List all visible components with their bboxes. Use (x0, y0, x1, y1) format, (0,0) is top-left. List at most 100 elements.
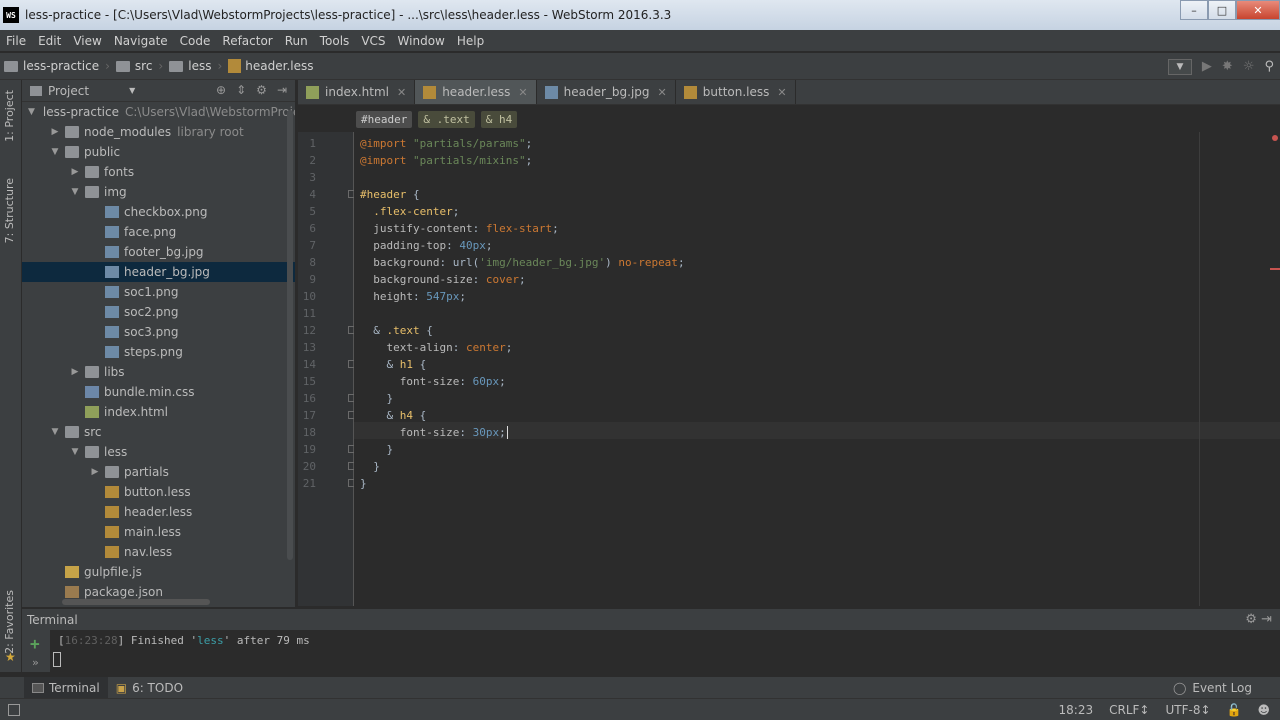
tree-item[interactable]: ▼ less (22, 442, 295, 462)
close-icon[interactable]: ✕ (518, 86, 527, 99)
tree-item[interactable]: ▶ partials (22, 462, 295, 482)
tree-item[interactable]: face.png (22, 222, 295, 242)
breadcrumb-project[interactable]: less-practice (0, 59, 103, 73)
caret-position[interactable]: 18:23 (1059, 703, 1094, 717)
run-config-dropdown[interactable]: ▼ (1167, 58, 1192, 75)
line-number-gutter[interactable]: 1 2 3 4 5 6 7 8 9 10 11 12 13 14 15 16 17 18 19 20 21 (298, 132, 356, 606)
project-view-selector[interactable]: Project (48, 84, 89, 98)
tree-horizontal-scrollbar[interactable] (62, 599, 210, 605)
gear-icon[interactable]: ⚙ (1245, 612, 1257, 627)
chevron-down-icon[interactable]: ▼ (68, 187, 82, 197)
tree-item[interactable]: nav.less (22, 542, 295, 562)
terminal-body[interactable]: + » [16:23:28] Finished 'less' after 79 … (22, 630, 1280, 672)
project-tool-tab[interactable]: 1: Project (3, 90, 16, 142)
chevron-down-icon[interactable]: ▼ (48, 147, 62, 157)
tree-vertical-scrollbar[interactable] (287, 110, 293, 560)
tree-item[interactable]: ▶ libs (22, 362, 295, 382)
tree-item[interactable]: soc2.png (22, 302, 295, 322)
hide-panel-icon[interactable]: ⇥ (1261, 612, 1272, 627)
tree-item[interactable]: header.less (22, 502, 295, 522)
run-icon[interactable]: ▶ (1202, 59, 1212, 74)
menu-edit[interactable]: Edit (32, 34, 67, 48)
editor-tab[interactable]: index.html ✕ (298, 80, 416, 104)
tree-item[interactable]: checkbox.png (22, 202, 295, 222)
tree-item[interactable]: footer_bg.jpg (22, 242, 295, 262)
code-editor[interactable]: @import "partials/params"; @import "parti… (354, 132, 1280, 606)
line-number: 15 (302, 375, 316, 388)
menu-run[interactable]: Run (279, 34, 314, 48)
chevron-down-icon[interactable]: ▼ (68, 447, 82, 457)
tree-item[interactable]: index.html (22, 402, 295, 422)
menu-tools[interactable]: Tools (314, 34, 356, 48)
tree-item[interactable]: ▼ img (22, 182, 295, 202)
tree-item[interactable]: main.less (22, 522, 295, 542)
new-session-icon[interactable]: + (30, 634, 40, 653)
maximize-button[interactable]: □ (1208, 0, 1236, 20)
favorites-tool-tab[interactable]: 2: Favorites (3, 590, 16, 654)
file-encoding[interactable]: UTF-8↕ (1165, 703, 1210, 717)
debug-icon[interactable]: ✸ (1222, 59, 1233, 74)
close-icon[interactable]: ✕ (658, 86, 667, 99)
tree-item[interactable]: header_bg.jpg (22, 262, 295, 282)
editor-tab[interactable]: button.less ✕ (676, 80, 796, 104)
tree-item[interactable]: gulpfile.js (22, 562, 295, 582)
minimize-button[interactable]: – (1180, 0, 1208, 20)
tree-item[interactable]: ▶ fonts (22, 162, 295, 182)
chevron-right-icon[interactable]: ▶ (48, 127, 62, 137)
tree-item[interactable]: ▶ node_modules library root (22, 122, 295, 142)
breadcrumb-src[interactable]: src (112, 59, 157, 73)
line-separator[interactable]: CRLF↕ (1109, 703, 1149, 717)
tree-item[interactable]: bundle.min.css (22, 382, 295, 402)
scroll-from-source-icon[interactable]: ⊕ (216, 83, 226, 97)
close-icon[interactable]: ✕ (397, 86, 406, 99)
chevron-down-icon[interactable]: ▼ (129, 86, 135, 95)
chevron-right-icon[interactable]: » (32, 656, 39, 669)
search-icon[interactable]: ⚲ (1264, 59, 1274, 74)
terminal-tool-button[interactable]: Terminal (24, 676, 108, 699)
lock-icon[interactable]: 🔓 (1227, 703, 1242, 717)
menu-vcs[interactable]: VCS (355, 34, 391, 48)
chevron-right-icon[interactable]: ▶ (68, 167, 82, 177)
editor-breadcrumb-h4[interactable]: & h4 (480, 110, 518, 128)
error-marker-icon[interactable] (1272, 135, 1278, 141)
tree-item[interactable]: soc3.png (22, 322, 295, 342)
tree-item[interactable]: ▼ src (22, 422, 295, 442)
hide-panel-icon[interactable]: ⇥ (277, 83, 287, 97)
editor-tab[interactable]: header.less ✕ (415, 80, 537, 104)
event-log-button[interactable]: ◯ Event Log (1173, 677, 1252, 699)
breadcrumb-file[interactable]: header.less (224, 59, 317, 73)
tree-item[interactable]: button.less (22, 482, 295, 502)
gear-icon[interactable]: ⚙ (256, 83, 267, 97)
editor-tab[interactable]: header_bg.jpg ✕ (537, 80, 676, 104)
star-icon: ★ (5, 650, 16, 664)
folder-icon (65, 146, 79, 158)
menu-code[interactable]: Code (174, 34, 217, 48)
tree-item[interactable]: ▼ less-practice C:\Users\Vlad\WebstormProj… (22, 102, 295, 122)
coverage-icon[interactable]: ☼ (1243, 59, 1255, 74)
editor-breadcrumb-header[interactable]: #header (356, 110, 413, 128)
error-stripe-mark[interactable] (1270, 268, 1280, 270)
code-line: font-size: 60px; (360, 373, 506, 390)
chevron-down-icon[interactable]: ▼ (28, 107, 35, 117)
close-icon[interactable]: ✕ (777, 86, 786, 99)
menu-view[interactable]: View (67, 34, 107, 48)
tree-item[interactable]: steps.png (22, 342, 295, 362)
menu-help[interactable]: Help (451, 34, 490, 48)
tree-item[interactable]: ▼ public (22, 142, 295, 162)
breadcrumb-less[interactable]: less (165, 59, 215, 73)
chevron-right-icon[interactable]: ▶ (88, 467, 102, 477)
close-window-button[interactable]: ✕ (1236, 0, 1280, 20)
menu-file[interactable]: File (0, 34, 32, 48)
menu-refactor[interactable]: Refactor (216, 34, 278, 48)
menu-window[interactable]: Window (392, 34, 451, 48)
todo-tool-button[interactable]: ▣ 6: TODO (108, 677, 191, 699)
tree-item[interactable]: soc1.png (22, 282, 295, 302)
chevron-down-icon[interactable]: ▼ (48, 427, 62, 437)
chevron-right-icon[interactable]: ▶ (68, 367, 82, 377)
structure-tool-tab[interactable]: 7: Structure (3, 178, 16, 243)
toggle-tool-windows-icon[interactable] (8, 704, 20, 716)
inspector-icon[interactable]: ☻ (1257, 703, 1270, 717)
menu-navigate[interactable]: Navigate (108, 34, 174, 48)
collapse-all-icon[interactable]: ⇕ (236, 83, 246, 97)
editor-breadcrumb-text[interactable]: & .text (418, 110, 475, 128)
